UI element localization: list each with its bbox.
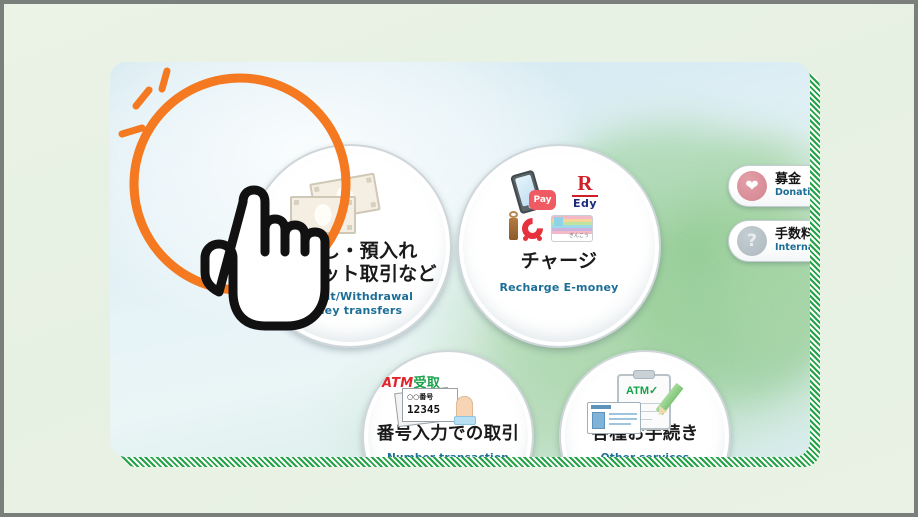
ic-wheel-left bbox=[523, 236, 528, 241]
clipboard-idcard-icon: ATM✓ bbox=[561, 366, 729, 434]
side-button-international-card-info[interactable]: ? 手数料・各種案内 International card Info. bbox=[728, 220, 810, 262]
menu-label-en: Other services bbox=[601, 452, 690, 457]
side-button-label-jp: 募金 bbox=[775, 171, 802, 187]
number-slip-icon: ATM受取 ○○番号 12345 bbox=[364, 366, 532, 428]
menu-label-en: Recharge E-money bbox=[499, 281, 619, 295]
slip-paper-front: ○○番号 12345 bbox=[402, 388, 458, 422]
prepaid-card-icon: ぎんこう bbox=[551, 215, 593, 242]
ic-wave-icon bbox=[509, 211, 518, 218]
emoney-icons: Pay R Edy ぎんこう bbox=[459, 168, 659, 244]
menu-item-deposit-withdrawal[interactable]: 引出し・預入れ クレジット取引など Deposit/Withdrawal Mon… bbox=[248, 144, 452, 348]
menu-label-jp: 番号入力での取引 bbox=[376, 424, 520, 444]
menu-label-jp: チャージ bbox=[520, 250, 598, 272]
banknote-front bbox=[290, 196, 356, 234]
pay-badge-icon: Pay bbox=[529, 190, 556, 210]
ic-letter-i-icon bbox=[509, 218, 518, 240]
menu-label-en-2: Money transfers bbox=[297, 304, 403, 318]
banknotes-icon bbox=[250, 168, 450, 240]
menu-label-jp: 引出し・預入れ bbox=[282, 240, 418, 262]
atm-screen-panel: 引出し・預入れ クレジット取引など Deposit/Withdrawal Mon… bbox=[110, 62, 810, 457]
menu-item-other-services[interactable]: ATM✓ 各種お手続き Other services bbox=[559, 350, 731, 457]
menu-label-en: Deposit/Withdrawal bbox=[286, 290, 414, 304]
side-button-donation[interactable]: ❤ 募金 Donation bbox=[728, 165, 810, 207]
menu-item-number-transaction[interactable]: ATM受取 ○○番号 12345 番号入力での取引 Number transac… bbox=[362, 350, 534, 457]
side-button-label-en: International card Info. bbox=[775, 242, 810, 254]
question-mark-icon: ? bbox=[737, 226, 767, 256]
side-button-label-jp: 手数料・各種案内 bbox=[775, 226, 810, 242]
menu-label-en: Number transaction bbox=[387, 452, 509, 457]
edy-logo-icon: R Edy bbox=[572, 171, 598, 210]
menu-item-recharge-emoney[interactable]: Pay R Edy ぎんこう チャージ Recharge E-money bbox=[457, 144, 661, 348]
id-card-icon bbox=[587, 402, 641, 434]
heart-icon: ❤ bbox=[737, 171, 767, 201]
ic-wheel-right bbox=[537, 236, 542, 241]
sleeve-icon bbox=[454, 416, 476, 425]
spark-marks-icon bbox=[118, 67, 171, 138]
side-button-label-en: Donation bbox=[775, 187, 810, 199]
menu-label-jp-2: クレジット取引など bbox=[263, 263, 437, 286]
